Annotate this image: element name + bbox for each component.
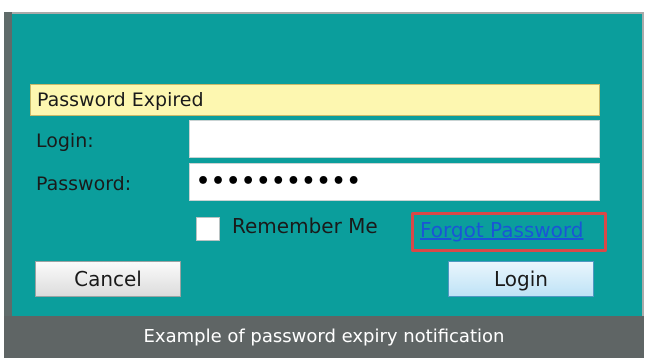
password-input[interactable]: •••••••••••: [189, 163, 600, 201]
login-button[interactable]: Login: [448, 261, 594, 297]
remember-me-checkbox[interactable]: [196, 217, 220, 241]
caption-bar: Example of password expiry notification: [4, 316, 644, 358]
cancel-button[interactable]: Cancel: [35, 261, 181, 297]
remember-me-label[interactable]: Remember Me: [232, 214, 378, 238]
login-label: Login:: [36, 130, 94, 152]
password-label: Password:: [36, 173, 132, 195]
forgot-password-link[interactable]: Forgot Password: [420, 218, 583, 242]
window-edge: [4, 12, 12, 316]
password-expired-banner: Password Expired: [30, 84, 600, 116]
login-input[interactable]: [189, 120, 600, 158]
